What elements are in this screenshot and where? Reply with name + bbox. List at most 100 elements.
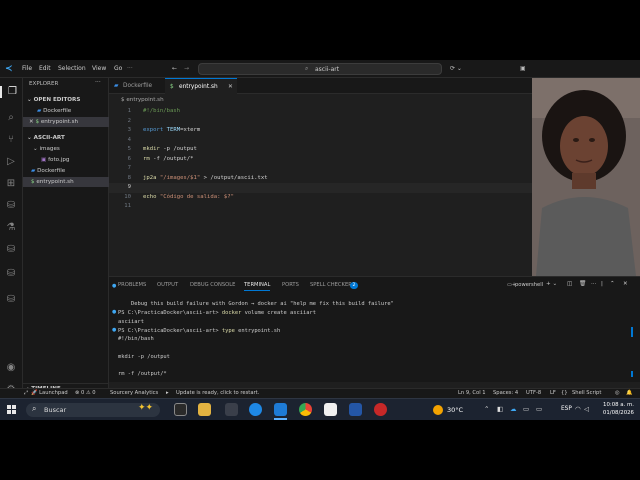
folder-images[interactable]: ⌄ images <box>23 144 109 154</box>
maximize-panel-icon[interactable]: ⌃ <box>610 281 615 287</box>
taskbar-search-box[interactable]: ⌕ Buscar ✦✦ <box>26 403 160 417</box>
wifi-icon[interactable]: ◠ <box>575 405 581 413</box>
code-line[interactable]: 9 <box>109 183 532 193</box>
copilot-status-icon[interactable]: ◎ <box>615 390 620 396</box>
layout-icon[interactable]: ▣ <box>520 65 526 72</box>
launchpad-item[interactable]: 🚀 Launchpad <box>31 390 68 396</box>
tab-dockerfile[interactable]: ▰ Dockerfile <box>109 78 165 94</box>
kill-terminal-icon[interactable]: 🗑 <box>579 281 586 287</box>
panel-toggle-icon[interactable]: | <box>601 281 603 287</box>
tray-cloud-icon[interactable]: ☁ <box>510 405 517 413</box>
close-icon[interactable]: ✕ <box>29 119 34 125</box>
windows-start-icon[interactable] <box>7 405 17 415</box>
vscode-taskbar-icon[interactable] <box>274 403 287 416</box>
tray-app-icon[interactable]: ◧ <box>497 405 503 413</box>
panel-tab-ports[interactable]: PORTS <box>282 282 299 288</box>
search-sidebar-icon[interactable]: ⌕ <box>5 112 17 124</box>
file-explorer-icon[interactable] <box>198 403 211 416</box>
update-status[interactable]: Update is ready, click to restart. <box>176 390 259 396</box>
code-area[interactable]: 1 #!/bin/bash 2 3 export TERM=xterm 4 5 mkdir -… <box>109 107 532 277</box>
powershell-icon[interactable] <box>349 403 362 416</box>
menu-go[interactable]: Go <box>114 65 122 72</box>
task-view-icon[interactable] <box>174 403 187 416</box>
add-terminal-icon[interactable]: + ⌄ <box>546 281 557 287</box>
panel-tab-spell-checker[interactable]: SPELL CHECKER <box>310 282 352 288</box>
account-icon[interactable]: ◉ <box>5 362 17 374</box>
container-icon[interactable]: ⛁ <box>5 268 17 280</box>
notifications-icon[interactable]: 🔔 <box>626 390 632 396</box>
open-editor-entrypoint[interactable]: ✕ $ entrypoint.sh <box>23 117 109 127</box>
docker-extension-icon[interactable]: ⛁ <box>5 294 17 306</box>
tray-chevron-icon[interactable]: ⌃ <box>484 405 489 413</box>
sourcery-status[interactable]: Sourcery Analytics <box>110 390 158 396</box>
panel-tab-output[interactable]: OUTPUT <box>157 282 178 288</box>
code-line[interactable]: 11 <box>109 202 532 212</box>
file-foto[interactable]: ▣ foto.jpg <box>23 155 109 165</box>
encoding-status[interactable]: UTF-8 <box>526 390 541 396</box>
code-line[interactable]: 7 <box>109 164 532 174</box>
notepad-icon[interactable] <box>324 403 337 416</box>
teams-icon[interactable] <box>225 403 238 416</box>
testing-icon[interactable]: ⚗ <box>5 222 17 234</box>
file-dockerfile[interactable]: ▰ Dockerfile <box>23 166 109 176</box>
spell-checker-count-badge: 2 <box>350 282 358 289</box>
code-line[interactable]: 6 rm -f /output/* <box>109 155 532 165</box>
file-entrypoint[interactable]: $ entrypoint.sh <box>23 177 109 187</box>
close-panel-icon[interactable]: ✕ <box>623 281 628 287</box>
open-editors-header[interactable]: ⌄ OPEN EDITORS <box>23 95 109 105</box>
keyboard-language[interactable]: ESP <box>561 406 572 412</box>
explorer-more-icon[interactable]: ··· <box>95 79 101 86</box>
split-terminal-icon[interactable]: ◫ <box>567 281 572 287</box>
explorer-icon[interactable]: ❐ <box>0 86 23 98</box>
project-folder-header[interactable]: ⌄ ASCII-ART <box>23 133 109 143</box>
remote-icon[interactable]: ⛁ <box>5 244 17 256</box>
panel-tab-problems[interactable]: PROBLEMS <box>118 282 146 288</box>
back-arrow-icon[interactable]: ← <box>172 65 177 72</box>
language-mode[interactable]: Shell Script <box>572 390 601 396</box>
code-line[interactable]: 5 mkdir -p /output <box>109 145 532 155</box>
code-line[interactable]: 3 export TERM=xterm <box>109 126 532 136</box>
source-control-icon[interactable]: ⑂ <box>5 134 17 146</box>
code-line[interactable]: 4 <box>109 136 532 146</box>
code-line[interactable]: 2 <box>109 117 532 127</box>
tray-device-icon[interactable]: ▭ <box>536 405 542 413</box>
close-tab-icon[interactable]: ✕ <box>228 79 233 95</box>
copilot-icon[interactable]: ⟳ ⌄ <box>450 65 462 72</box>
clock-time[interactable]: 10:08 a. m. <box>600 402 634 408</box>
code-line[interactable]: 8 jp2a "/images/$1" > /output/ascii.txt <box>109 174 532 184</box>
obs-icon[interactable] <box>374 403 387 416</box>
command-center-search[interactable]: ⌕ ascii-art <box>198 63 442 75</box>
menu-selection[interactable]: Selection <box>58 65 86 72</box>
remote-icon[interactable]: ⤢ <box>24 390 28 397</box>
docker-icon[interactable]: ⛁ <box>5 200 17 212</box>
clock-date[interactable]: 01/08/2026 <box>600 410 634 416</box>
more-menu-icon[interactable]: ··· <box>127 65 133 72</box>
edge-browser-icon[interactable] <box>249 403 262 416</box>
menu-edit[interactable]: Edit <box>39 65 51 72</box>
forward-arrow-icon[interactable]: → <box>184 65 189 72</box>
terminal[interactable]: ●PS C:\PracticaDocker\ascii-art> docker … <box>109 283 640 412</box>
panel-tab-debug-console[interactable]: DEBUG CONSOLE <box>190 282 235 288</box>
menu-view[interactable]: View <box>92 65 106 72</box>
screen: ≺ File Edit Selection View Go ··· ← → ⌕ … <box>0 60 640 420</box>
menu-file[interactable]: File <box>22 65 32 72</box>
editor-tabs: ▰ Dockerfile $ entrypoint.sh ✕ <box>109 78 532 94</box>
indentation-status[interactable]: Spaces: 4 <box>493 390 518 396</box>
eol-status[interactable]: LF <box>550 390 556 396</box>
terminal-shell-label[interactable]: powershell <box>515 282 543 288</box>
more-actions-icon[interactable]: ··· <box>591 281 596 287</box>
extensions-icon[interactable]: ⊞ <box>5 178 17 190</box>
run-debug-icon[interactable]: ▷ <box>5 156 17 168</box>
weather-temperature[interactable]: 30°C <box>447 406 463 414</box>
tray-device-icon[interactable]: ▭ <box>523 405 529 413</box>
volume-icon[interactable]: ◁ <box>584 405 589 413</box>
panel-tab-terminal[interactable]: TERMINAL <box>244 282 271 291</box>
chrome-icon[interactable] <box>299 403 312 416</box>
code-line[interactable]: 10 echo "Código de salida: $?" <box>109 193 532 203</box>
code-line[interactable]: 1 #!/bin/bash <box>109 107 532 117</box>
breadcrumb[interactable]: $ entrypoint.sh <box>121 97 164 103</box>
tab-entrypoint[interactable]: $ entrypoint.sh ✕ <box>165 78 237 94</box>
open-editor-dockerfile[interactable]: ▰ Dockerfile <box>23 106 109 116</box>
problems-status[interactable]: ⊗ 0 ⚠ 0 <box>75 390 96 396</box>
cursor-position[interactable]: Ln 9, Col 1 <box>458 390 486 396</box>
